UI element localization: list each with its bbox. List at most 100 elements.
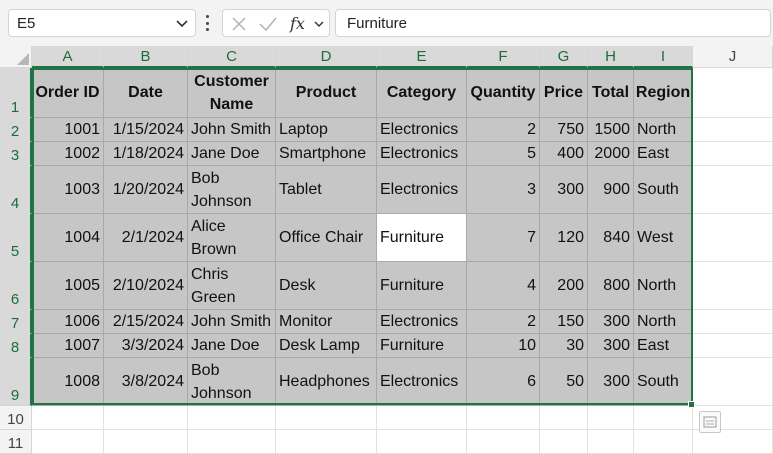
cell-J5[interactable] [693,214,773,262]
row-header-11[interactable]: 11 [0,430,32,454]
cell-D5[interactable]: Office Chair [276,214,377,262]
cell-E4[interactable]: Electronics [377,166,467,214]
cell-G2[interactable]: 750 [540,118,588,142]
cell-C6[interactable]: Chris Green [188,262,276,310]
fill-handle[interactable] [688,401,695,408]
formula-input[interactable]: Furniture [335,9,771,37]
row-header-10[interactable]: 10 [0,406,32,430]
cell-D8[interactable]: Desk Lamp [276,334,377,358]
cell-F1[interactable]: Quantity [467,68,540,118]
cell-E3[interactable]: Electronics [377,142,467,166]
cell-D9[interactable]: Headphones [276,358,377,406]
enter-icon[interactable] [258,15,278,33]
cell-J8[interactable] [693,334,773,358]
cell-E10[interactable] [377,406,467,430]
cell-D7[interactable]: Monitor [276,310,377,334]
column-header-C[interactable]: C [188,46,276,68]
column-header-E[interactable]: E [377,46,467,68]
column-header-D[interactable]: D [276,46,377,68]
cell-B5[interactable]: 2/1/2024 [104,214,188,262]
cell-J6[interactable] [693,262,773,310]
column-header-F[interactable]: F [467,46,540,68]
cell-H6[interactable]: 800 [588,262,634,310]
column-header-I[interactable]: I [634,46,693,68]
cell-J2[interactable] [693,118,773,142]
cell-C3[interactable]: Jane Doe [188,142,276,166]
cell-A3[interactable]: 1002 [32,142,104,166]
cell-C11[interactable] [188,430,276,454]
cell-F4[interactable]: 3 [467,166,540,214]
cell-C10[interactable] [188,406,276,430]
cell-H7[interactable]: 300 [588,310,634,334]
cell-G7[interactable]: 150 [540,310,588,334]
cell-I6[interactable]: North [634,262,693,310]
cell-A7[interactable]: 1006 [32,310,104,334]
cell-G9[interactable]: 50 [540,358,588,406]
cell-D2[interactable]: Laptop [276,118,377,142]
row-header-9[interactable]: 9 [0,358,32,406]
name-box[interactable]: E5 [8,9,196,37]
cell-H10[interactable] [588,406,634,430]
cell-A5[interactable]: 1004 [32,214,104,262]
cell-A11[interactable] [32,430,104,454]
cell-I8[interactable]: East [634,334,693,358]
cell-E9[interactable]: Electronics [377,358,467,406]
cell-D11[interactable] [276,430,377,454]
active-cell-E5[interactable]: Furniture [377,214,467,262]
cell-E6[interactable]: Furniture [377,262,467,310]
cell-E1[interactable]: Category [377,68,467,118]
column-header-G[interactable]: G [540,46,588,68]
cell-D10[interactable] [276,406,377,430]
cell-B11[interactable] [104,430,188,454]
cell-C9[interactable]: Bob Johnson [188,358,276,406]
cell-D4[interactable]: Tablet [276,166,377,214]
cell-G6[interactable]: 200 [540,262,588,310]
cell-B7[interactable]: 2/15/2024 [104,310,188,334]
cell-D6[interactable]: Desk [276,262,377,310]
cell-G4[interactable]: 300 [540,166,588,214]
cell-I2[interactable]: North [634,118,693,142]
row-header-4[interactable]: 4 [0,166,32,214]
cell-B4[interactable]: 1/20/2024 [104,166,188,214]
cell-I10[interactable] [634,406,693,430]
cell-B9[interactable]: 3/8/2024 [104,358,188,406]
cell-H5[interactable]: 840 [588,214,634,262]
cell-F3[interactable]: 5 [467,142,540,166]
cell-I4[interactable]: South [634,166,693,214]
cell-J4[interactable] [693,166,773,214]
cell-E7[interactable]: Electronics [377,310,467,334]
cell-F5[interactable]: 7 [467,214,540,262]
cell-I5[interactable]: West [634,214,693,262]
cell-J3[interactable] [693,142,773,166]
cell-G5[interactable]: 120 [540,214,588,262]
cell-H11[interactable] [588,430,634,454]
cell-F7[interactable]: 2 [467,310,540,334]
cell-B1[interactable]: Date [104,68,188,118]
cell-E8[interactable]: Furniture [377,334,467,358]
row-header-7[interactable]: 7 [0,310,32,334]
column-header-H[interactable]: H [588,46,634,68]
row-header-6[interactable]: 6 [0,262,32,310]
cell-A9[interactable]: 1008 [32,358,104,406]
cell-B2[interactable]: 1/15/2024 [104,118,188,142]
row-header-5[interactable]: 5 [0,214,32,262]
cell-B10[interactable] [104,406,188,430]
cell-F2[interactable]: 2 [467,118,540,142]
cell-E2[interactable]: Electronics [377,118,467,142]
cell-H8[interactable]: 300 [588,334,634,358]
cell-B8[interactable]: 3/3/2024 [104,334,188,358]
column-header-B[interactable]: B [104,46,188,68]
cell-J9[interactable] [693,358,773,406]
row-header-2[interactable]: 2 [0,118,32,142]
cell-H9[interactable]: 300 [588,358,634,406]
chevron-down-icon[interactable] [175,16,189,30]
cell-I3[interactable]: East [634,142,693,166]
cell-A6[interactable]: 1005 [32,262,104,310]
cell-I11[interactable] [634,430,693,454]
cell-G3[interactable]: 400 [540,142,588,166]
cell-F8[interactable]: 10 [467,334,540,358]
cell-A8[interactable]: 1007 [32,334,104,358]
column-header-A[interactable]: A [32,46,104,68]
cell-A1[interactable]: Order ID [32,68,104,118]
cell-B6[interactable]: 2/10/2024 [104,262,188,310]
